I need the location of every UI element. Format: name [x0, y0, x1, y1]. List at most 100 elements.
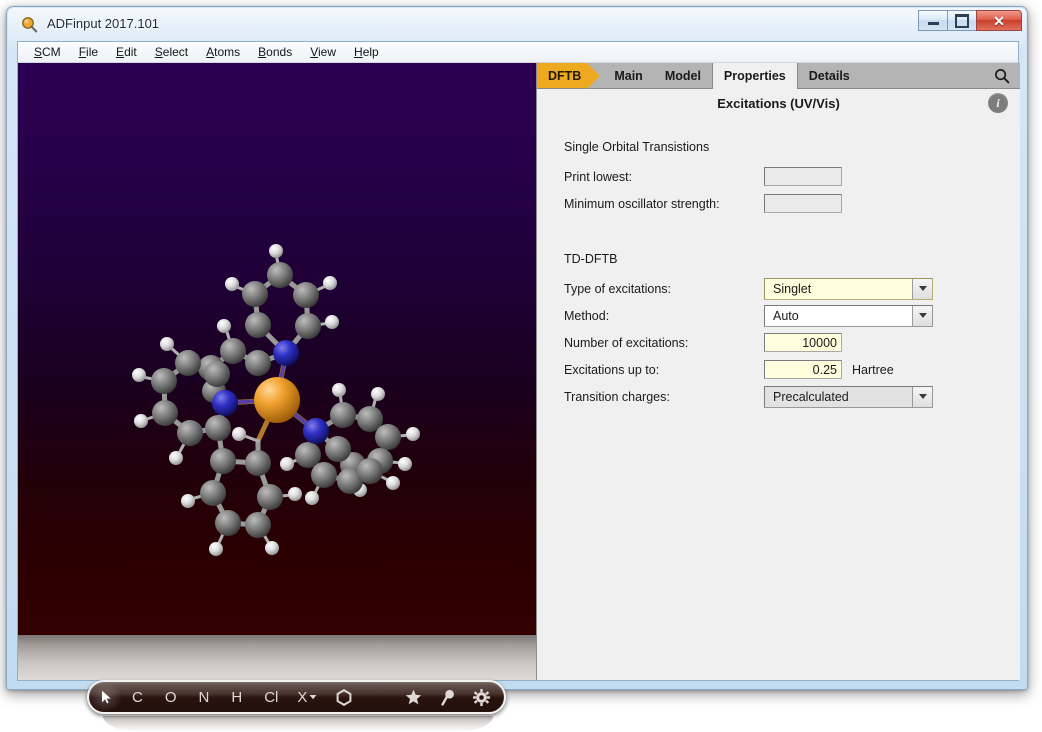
pin-tool-icon[interactable]: [431, 682, 465, 712]
maximize-icon: [955, 13, 969, 28]
pin-tool-icon: [441, 689, 455, 706]
form-row: Type of excitations: Singlet: [564, 275, 1020, 302]
menu-item-view[interactable]: View: [301, 45, 345, 59]
element-label: N: [198, 688, 210, 706]
menu-mnemonic: E: [116, 45, 125, 59]
menu-bar: SCM File Edit Select Atoms Bonds View Help: [18, 42, 1018, 63]
group-heading: TD-DFTB: [564, 252, 618, 266]
star-icon: [405, 689, 422, 705]
dropdown-value: Auto: [773, 308, 799, 323]
molecule-model: [132, 244, 420, 556]
form-row: Number of excitations:: [564, 329, 1020, 356]
toolbar-reflection: [103, 716, 493, 732]
chevron-down-icon: [307, 693, 317, 701]
cursor-arrow-icon[interactable]: [89, 682, 121, 712]
field-unit: Hartree: [852, 362, 894, 377]
element-label: C: [132, 688, 143, 706]
menu-item-bonds[interactable]: Bonds: [249, 45, 301, 59]
tab-strip: DFTB Main Model Properties Details: [537, 63, 1020, 89]
element-button-h[interactable]: H: [220, 682, 253, 712]
tab-details[interactable]: Details: [798, 63, 861, 88]
tab-properties[interactable]: Properties: [711, 63, 798, 89]
number-of-excitations-input[interactable]: [764, 333, 842, 352]
element-button-o[interactable]: O: [154, 682, 188, 712]
application-window: ADFinput 2017.101 ✕ SCM File Edit Select Ato…: [6, 6, 1028, 732]
tab-label: Details: [808, 68, 850, 83]
tab-label: Main: [614, 68, 643, 83]
molecule-3d-scene[interactable]: [18, 63, 536, 635]
menu-item-atoms[interactable]: Atoms: [197, 45, 249, 59]
field-label: Type of excitations:: [564, 281, 672, 296]
tab-label: DFTB: [548, 68, 582, 83]
type-of-excitations-dropdown[interactable]: Singlet: [764, 277, 933, 300]
menu-item-edit[interactable]: Edit: [107, 45, 146, 59]
dropdown-value: Precalculated: [773, 389, 849, 404]
form-row: Minimum oscillator strength:: [564, 190, 1020, 217]
window-controls: ✕: [918, 10, 1022, 31]
menu-mnemonic: H: [354, 45, 363, 59]
info-icon[interactable]: i: [988, 93, 1008, 113]
element-label: O: [164, 688, 177, 706]
client-area: SCM File Edit Select Atoms Bonds View Help: [17, 41, 1020, 732]
field-label: Number of excitations:: [564, 335, 689, 350]
gear-icon: [473, 688, 491, 706]
maximize-button[interactable]: [947, 10, 976, 31]
page-title: Excitations (UV/Vis): [717, 95, 840, 111]
element-label: X: [297, 688, 308, 706]
settings-form: Single Orbital Transistions Print lowest:…: [537, 125, 1020, 410]
window-title: ADFinput 2017.101: [47, 16, 160, 31]
menu-mnemonic: B: [258, 45, 267, 59]
menu-mnemonic: A: [206, 45, 215, 59]
menu-mnemonic: S: [154, 45, 163, 59]
tab-label: Properties: [723, 69, 786, 83]
magnifier-icon: [21, 16, 38, 33]
close-icon: ✕: [993, 12, 1005, 29]
excitations-up-to-input[interactable]: [764, 360, 842, 379]
menu-item-select[interactable]: Select: [146, 45, 197, 59]
settings-panel: DFTB Main Model Properties Details Excitatio…: [536, 63, 1020, 680]
tab-dftb[interactable]: DFTB: [537, 63, 601, 89]
form-row: Excitations up to: Hartree: [564, 356, 1020, 383]
search-icon[interactable]: [984, 63, 1020, 88]
field-label: Transition charges:: [564, 389, 670, 404]
element-label: Cl: [264, 688, 279, 706]
tab-model[interactable]: Model: [654, 63, 712, 88]
menu-item-help[interactable]: Help: [345, 45, 388, 59]
field-label: Minimum oscillator strength:: [564, 196, 720, 211]
element-label: H: [231, 688, 243, 706]
menu-item-file[interactable]: File: [70, 45, 107, 59]
close-button[interactable]: ✕: [976, 10, 1022, 31]
title-bar[interactable]: ADFinput 2017.101 ✕: [7, 7, 1027, 41]
hexagon-ring-icon: [336, 688, 352, 706]
form-row: Transition charges: Precalculated: [564, 383, 1020, 410]
transition-charges-dropdown[interactable]: Precalculated: [764, 385, 933, 408]
method-dropdown[interactable]: Auto: [764, 304, 933, 327]
chevron-down-icon[interactable]: [912, 278, 932, 299]
menu-item-scm[interactable]: SCM: [25, 45, 70, 59]
tab-label: Model: [664, 68, 701, 83]
field-label: Method:: [564, 308, 610, 323]
dropdown-value: Singlet: [773, 281, 812, 296]
tab-main[interactable]: Main: [603, 63, 653, 88]
star-icon[interactable]: [363, 682, 431, 712]
desktop-background: ADFinput 2017.101 ✕ SCM File Edit Select Ato…: [0, 0, 1042, 732]
cursor-arrow-icon: [101, 690, 112, 704]
viewport-floor: [18, 635, 536, 680]
molecule-viewport[interactable]: [18, 63, 536, 680]
element-button-n[interactable]: N: [188, 682, 221, 712]
minimize-button[interactable]: [918, 10, 947, 31]
hexagon-ring-icon[interactable]: [325, 682, 363, 712]
field-label: Excitations up to:: [564, 362, 660, 377]
element-button-x[interactable]: X: [289, 682, 325, 712]
element-button-c[interactable]: C: [121, 682, 154, 712]
minimum-oscillator-strength-input[interactable]: [764, 194, 842, 213]
gear-icon[interactable]: [465, 682, 500, 712]
chevron-down-icon[interactable]: [912, 305, 932, 326]
minimize-icon: [927, 21, 939, 25]
element-button-cl[interactable]: Cl: [253, 682, 289, 712]
menu-mnemonic: F: [78, 45, 87, 59]
print-lowest-input[interactable]: [764, 167, 842, 186]
chevron-down-icon[interactable]: [912, 386, 932, 407]
menu-mnemonic: V: [310, 45, 318, 59]
